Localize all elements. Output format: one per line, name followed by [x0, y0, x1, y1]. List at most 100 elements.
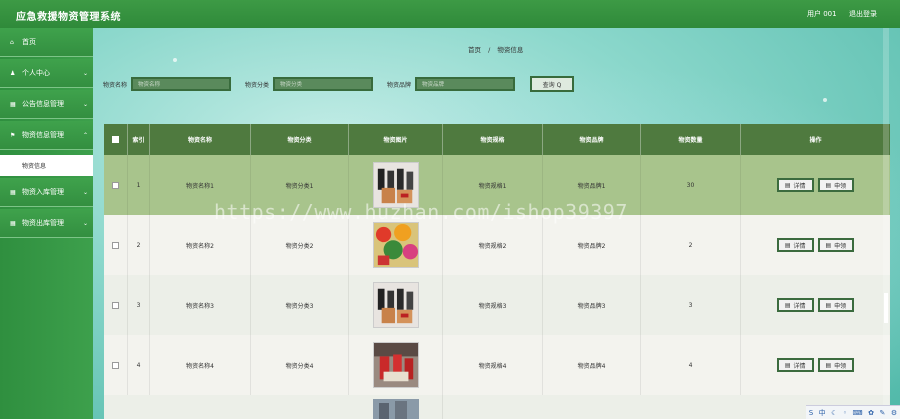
row-checkbox-cell	[104, 275, 128, 335]
sidebar-item-notices[interactable]: ▦ 公告信息管理 ⌄	[0, 90, 93, 119]
scrollbar-thumb[interactable]	[884, 293, 888, 323]
material-photo	[372, 342, 419, 388]
doc-icon: ▤	[784, 241, 791, 249]
select-all-checkbox[interactable]	[112, 136, 119, 143]
row-checkbox-cell	[104, 155, 128, 215]
sidebar-item-label: 公告信息管理	[22, 100, 64, 108]
search-name-group: 物资名称 物资名称	[103, 77, 232, 91]
cell-quantity: 2	[641, 215, 741, 275]
apply-button[interactable]: ▤ 申领	[817, 238, 855, 252]
apply-button[interactable]: ▤ 申领	[817, 298, 855, 312]
row-checkbox[interactable]	[112, 301, 119, 309]
select-all-cell	[104, 124, 128, 155]
apply-button[interactable]: ▤ 申领	[817, 358, 855, 372]
sidebar-item-label: 首页	[22, 38, 36, 46]
row-checkbox[interactable]	[112, 361, 119, 369]
sidebar-item-profile[interactable]: ♟ 个人中心 ⌄	[0, 59, 93, 88]
cell-image	[349, 395, 443, 419]
apply-label: 申领	[834, 302, 847, 310]
ime-settings-icon[interactable]: ⚙	[891, 409, 897, 417]
grid-icon: ▦	[10, 100, 16, 108]
sidebar-subitem-material-info[interactable]: 物资信息	[0, 155, 93, 176]
search-brand-input[interactable]: 物资品牌	[415, 77, 516, 91]
ime-moon-icon[interactable]: ☾	[831, 409, 837, 417]
header-actions: 操作	[809, 137, 822, 144]
cell-name: 物资名称3	[150, 275, 251, 335]
sidebar-item-materials[interactable]: ⚑ 物资信息管理 ⌃	[0, 121, 93, 150]
sidebar-item-stock-out[interactable]: ▦ 物资出库管理 ⌄	[0, 209, 93, 238]
doc-icon: ▤	[784, 181, 791, 189]
cell-actions: ▤ 详情 ▤ 申领	[741, 335, 890, 395]
detail-button[interactable]: ▤ 详情	[776, 358, 814, 372]
grid-icon: ▦	[10, 188, 16, 196]
table-row[interactable]: 4 物资名称4 物资分类4 物资规格4 物资品牌4 4 ▤ 详情 ▤ 申领	[104, 335, 890, 395]
cell-index: 4	[128, 335, 150, 395]
logout-link[interactable]: 退出登录	[849, 9, 877, 19]
doc-icon: ▤	[825, 181, 832, 189]
cell-actions: ▤ 详情 ▤ 申领	[741, 275, 890, 335]
cell-quantity: 4	[641, 335, 741, 395]
detail-button[interactable]: ▤ 详情	[776, 178, 814, 192]
ime-chinese-mode-icon[interactable]: 中	[819, 408, 826, 418]
sidebar-item-label: 物资信息管理	[22, 131, 64, 139]
header-image: 物资图片	[349, 124, 443, 155]
apply-button[interactable]: ▤ 申领	[817, 178, 855, 192]
ime-punct-icon[interactable]: ◦	[843, 409, 847, 417]
search-button[interactable]: 查询 Q	[530, 76, 574, 92]
sidebar-item-stock-in[interactable]: ▦ 物资入库管理 ⌄	[0, 178, 93, 207]
doc-icon: ▤	[825, 361, 832, 369]
detail-button[interactable]: ▤ 详情	[776, 238, 814, 252]
cell-category: 物资分类2	[251, 215, 349, 275]
table-row[interactable]	[104, 395, 890, 419]
material-photo	[372, 222, 419, 268]
detail-button[interactable]: ▤ 详情	[776, 298, 814, 312]
ime-keyboard-icon[interactable]: ⌨	[853, 409, 863, 417]
sidebar-item-home[interactable]: ⌂ 首页	[0, 28, 93, 57]
ime-pen-icon[interactable]: ✎	[880, 409, 886, 417]
flag-icon: ⚑	[10, 131, 16, 139]
sidebar-item-label: 物资入库管理	[22, 188, 64, 196]
chevron-down-icon: ⌄	[82, 188, 88, 196]
chevron-down-icon: ⌄	[82, 100, 88, 108]
main-content: 首页 / 物资信息 物资名称 物资名称 物资分类 物资分类 物资品牌 物资品牌 …	[93, 28, 900, 419]
search-name-label: 物资名称	[103, 81, 128, 89]
cell-name: 物资名称4	[150, 335, 251, 395]
cell-quantity: 3	[641, 275, 741, 335]
cell-spec: 物资规格2	[443, 215, 543, 275]
cell-spec: 物资规格4	[443, 335, 543, 395]
row-checkbox-cell	[104, 215, 128, 275]
apply-label: 申领	[834, 242, 847, 250]
table-row[interactable]: 3 物资名称3 物资分类3 物资规格3 物资品牌3 3 ▤ 详情 ▤ 申领	[104, 275, 890, 335]
row-checkbox[interactable]	[112, 181, 119, 189]
search-brand-label: 物资品牌	[387, 81, 412, 89]
doc-icon: ▤	[784, 361, 791, 369]
doc-icon: ▤	[825, 241, 832, 249]
ime-logo-icon[interactable]: S	[809, 409, 813, 417]
table-row[interactable]: 2 物资名称2 物资分类2 物资规格2 物资品牌2 2 ▤ 详情 ▤ 申领	[104, 215, 890, 275]
row-checkbox[interactable]	[112, 241, 119, 249]
cell-image	[349, 215, 443, 275]
cell-brand: 物资品牌2	[543, 215, 641, 275]
search-category-input[interactable]: 物资分类	[273, 77, 374, 91]
ime-skin-icon[interactable]: ✿	[868, 409, 874, 417]
header-index: 索引	[128, 124, 150, 155]
sidebar: ⌂ 首页 ♟ 个人中心 ⌄ ▦ 公告信息管理 ⌄ ⚑ 物资信息管理 ⌃ 物资信息…	[0, 28, 93, 419]
app-title: 应急救援物资管理系统	[16, 12, 121, 23]
decor-sparkle	[823, 98, 827, 102]
decor-sparkle	[173, 58, 177, 62]
breadcrumb-current: 物资信息	[497, 46, 524, 54]
breadcrumb-separator: /	[488, 46, 491, 54]
ime-toolbar: S 中 ☾ ◦ ⌨ ✿ ✎ ⚙	[806, 405, 900, 419]
apply-label: 申领	[834, 182, 847, 190]
breadcrumb-home[interactable]: 首页	[468, 46, 481, 54]
cell-quantity: 30	[641, 155, 741, 215]
sidebar-item-label: 物资出库管理	[22, 219, 64, 227]
watermark-text: https://www.huzhan.com/ishop39397	[214, 200, 628, 224]
chevron-down-icon: ⌄	[82, 219, 88, 227]
search-name-input[interactable]: 物资名称	[131, 77, 232, 91]
cell-category: 物资分类3	[251, 275, 349, 335]
cell-index: 1	[128, 155, 150, 215]
page-scrollbar[interactable]	[883, 28, 889, 419]
current-user[interactable]: 用户 001	[807, 9, 837, 19]
cell-image	[349, 275, 443, 335]
